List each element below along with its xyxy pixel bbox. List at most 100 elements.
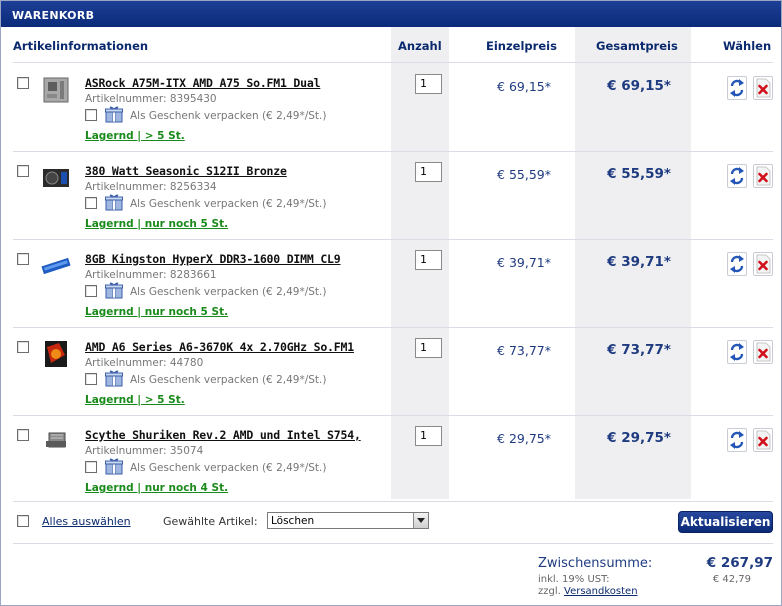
cart-item-row: 8GB Kingston HyperX DDR3-1600 DIMM CL9 A… [1, 241, 781, 329]
vat-label: inkl. 19% UST: [538, 574, 610, 585]
stock-status-link[interactable]: Lagernd | nur noch 4 St. [85, 482, 228, 494]
gift-icon [105, 458, 123, 475]
divider [13, 501, 773, 502]
unit-price: € 29,75* [497, 431, 551, 446]
total-price: € 73,77* [607, 342, 671, 358]
divider [13, 415, 773, 416]
gift-wrap-checkbox[interactable] [85, 109, 97, 121]
delete-icon [756, 342, 771, 362]
gift-icon [105, 106, 123, 123]
refresh-item-button[interactable] [727, 164, 747, 188]
product-name-link[interactable]: Scythe Shuriken Rev.2 AMD und Intel S754… [85, 428, 361, 442]
power-supply-icon [43, 169, 69, 187]
divider [13, 151, 773, 152]
ram-icon [41, 257, 71, 275]
refresh-icon [730, 167, 744, 185]
gift-wrap-checkbox[interactable] [85, 373, 97, 385]
refresh-icon [730, 343, 744, 361]
subtotal-value: € 267,97 [706, 555, 773, 571]
cart-item-row: AMD A6 Series A6-3670K 4x 2.70GHz So.FM1… [1, 329, 781, 417]
vat-value: € 42,79 [712, 574, 751, 585]
refresh-item-button[interactable] [727, 252, 747, 276]
panel-title: WARENKORB [1, 1, 781, 27]
refresh-icon [730, 431, 744, 449]
subtotal-label: Zwischensumme: [538, 556, 653, 571]
cart-item-row: ASRock A75M-ITX AMD A75 So.FM1 Dual Arti… [1, 65, 781, 153]
article-number: Artikelnummer: 44780 [85, 357, 204, 369]
delete-item-button[interactable] [753, 164, 773, 188]
delete-item-button[interactable] [753, 252, 773, 276]
stock-status-link[interactable]: Lagernd | > 5 St. [85, 130, 185, 142]
divider [13, 327, 773, 328]
cart-panel: WARENKORB Artikelinformationen Anzahl Ei… [0, 0, 782, 606]
gift-wrap-label: Als Geschenk verpacken (€ 2,49*/St.) [130, 110, 327, 122]
delete-item-button[interactable] [753, 76, 773, 100]
unit-price: € 55,59* [497, 167, 551, 182]
gift-icon [105, 194, 123, 211]
total-price: € 55,59* [607, 166, 671, 182]
refresh-item-button[interactable] [727, 340, 747, 364]
product-name-link[interactable]: 8GB Kingston HyperX DDR3-1600 DIMM CL9 [85, 252, 341, 266]
delete-item-button[interactable] [753, 428, 773, 452]
quantity-input[interactable]: 1 [415, 74, 442, 94]
unit-price: € 69,15* [497, 79, 551, 94]
cart-item-row: 380 Watt Seasonic S12II Bronze Artikelnu… [1, 153, 781, 241]
gift-wrap-checkbox[interactable] [85, 197, 97, 209]
product-name-link[interactable]: ASRock A75M-ITX AMD A75 So.FM1 Dual [85, 76, 321, 90]
quantity-input[interactable]: 1 [415, 338, 442, 358]
gift-icon [105, 370, 123, 387]
total-price: € 69,15* [607, 78, 671, 94]
item-checkbox[interactable] [17, 429, 29, 441]
quantity-input[interactable]: 1 [415, 250, 442, 270]
stock-status-link[interactable]: Lagernd | nur noch 5 St. [85, 306, 228, 318]
unit-price: € 73,77* [497, 343, 551, 358]
refresh-item-button[interactable] [727, 428, 747, 452]
divider [13, 543, 773, 544]
table-header: Artikelinformationen Anzahl Einzelpreis … [1, 27, 781, 63]
shipping-note: zzgl. Versandkosten [538, 586, 638, 597]
motherboard-icon [43, 77, 69, 103]
gift-wrap-checkbox[interactable] [85, 285, 97, 297]
delete-item-button[interactable] [753, 340, 773, 364]
delete-icon [756, 254, 771, 274]
header-select: Wählen [723, 39, 772, 53]
product-name-link[interactable]: 380 Watt Seasonic S12II Bronze [85, 164, 287, 178]
selected-action-select[interactable]: Löschen [267, 512, 429, 529]
refresh-icon [730, 79, 744, 97]
gift-icon [105, 282, 123, 299]
cart-item-row: Scythe Shuriken Rev.2 AMD und Intel S754… [1, 417, 781, 505]
article-number: Artikelnummer: 8283661 [85, 269, 217, 281]
quantity-input[interactable]: 1 [415, 426, 442, 446]
cpu-cooler-icon [46, 432, 66, 448]
header-unit-price: Einzelpreis [486, 39, 557, 53]
shipping-costs-link[interactable]: Versandkosten [564, 586, 638, 597]
unit-price: € 39,71* [497, 255, 551, 270]
divider [13, 62, 773, 63]
delete-icon [756, 78, 771, 98]
gift-wrap-label: Als Geschenk verpacken (€ 2,49*/St.) [130, 286, 327, 298]
update-button[interactable]: Aktualisieren [678, 511, 773, 533]
item-checkbox[interactable] [17, 165, 29, 177]
item-checkbox[interactable] [17, 341, 29, 353]
divider [13, 239, 773, 240]
item-checkbox[interactable] [17, 253, 29, 265]
article-number: Artikelnummer: 8395430 [85, 93, 217, 105]
stock-status-link[interactable]: Lagernd | nur noch 5 St. [85, 218, 228, 230]
gift-wrap-label: Als Geschenk verpacken (€ 2,49*/St.) [130, 462, 327, 474]
item-checkbox[interactable] [17, 77, 29, 89]
stock-status-link[interactable]: Lagernd | > 5 St. [85, 394, 185, 406]
gift-wrap-checkbox[interactable] [85, 461, 97, 473]
refresh-item-button[interactable] [727, 76, 747, 100]
selected-items-label: Gewählte Artikel: [163, 515, 258, 528]
select-all-link[interactable]: Alles auswählen [42, 515, 131, 528]
total-price: € 39,71* [607, 254, 671, 270]
quantity-input[interactable]: 1 [415, 162, 442, 182]
header-info: Artikelinformationen [13, 39, 149, 53]
cpu-box-icon [45, 341, 67, 367]
header-qty: Anzahl [398, 39, 442, 53]
header-total-price: Gesamtpreis [596, 39, 678, 53]
product-name-link[interactable]: AMD A6 Series A6-3670K 4x 2.70GHz So.FM1 [85, 340, 354, 354]
chevron-down-icon[interactable] [413, 513, 428, 528]
total-price: € 29,75* [607, 430, 671, 446]
select-all-checkbox[interactable] [17, 515, 29, 527]
